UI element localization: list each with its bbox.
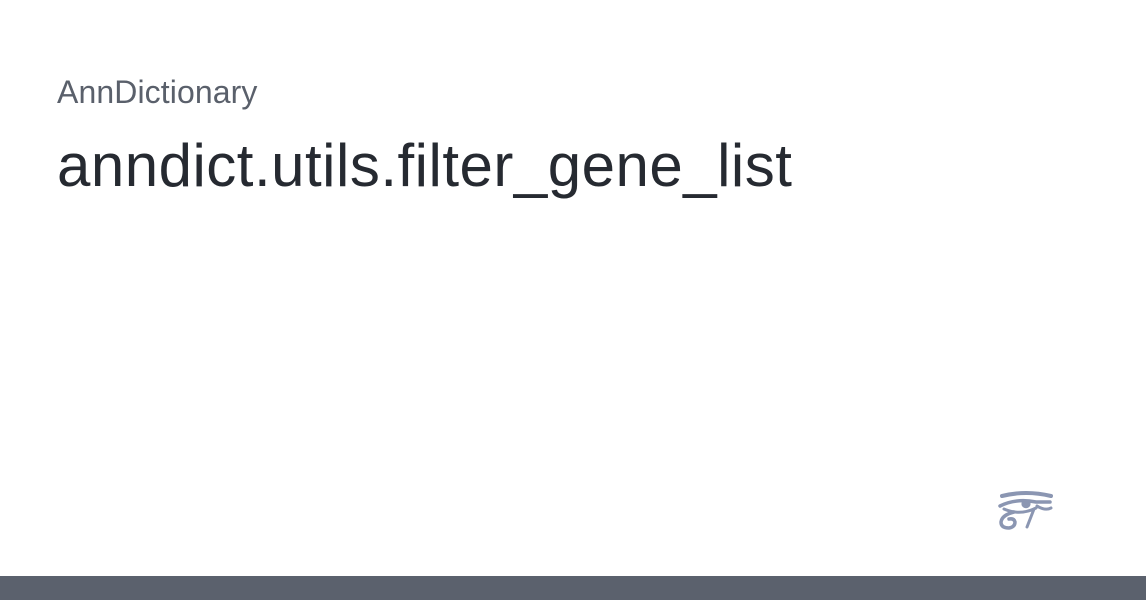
page-title: anndict.utils.filter_gene_list [57,132,793,199]
social-card: AnnDictionary anndict.utils.filter_gene_… [0,0,1146,600]
footer-bar [0,576,1146,600]
site-name: AnnDictionary [57,74,258,110]
eye-of-horus-icon [996,489,1056,533]
